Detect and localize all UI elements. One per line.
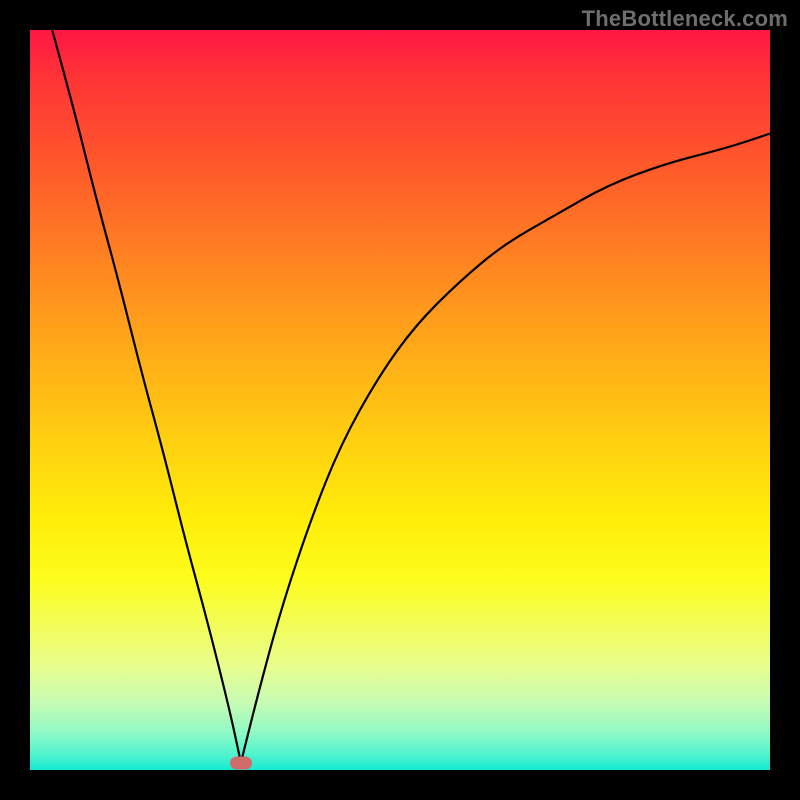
attribution-label: TheBottleneck.com (582, 6, 788, 32)
plot-area (30, 30, 770, 770)
chart-frame: TheBottleneck.com (0, 0, 800, 800)
bottleneck-curve (30, 30, 770, 770)
curve-right-branch (241, 134, 770, 763)
minimum-marker (230, 756, 252, 769)
curve-left-branch (52, 30, 241, 763)
